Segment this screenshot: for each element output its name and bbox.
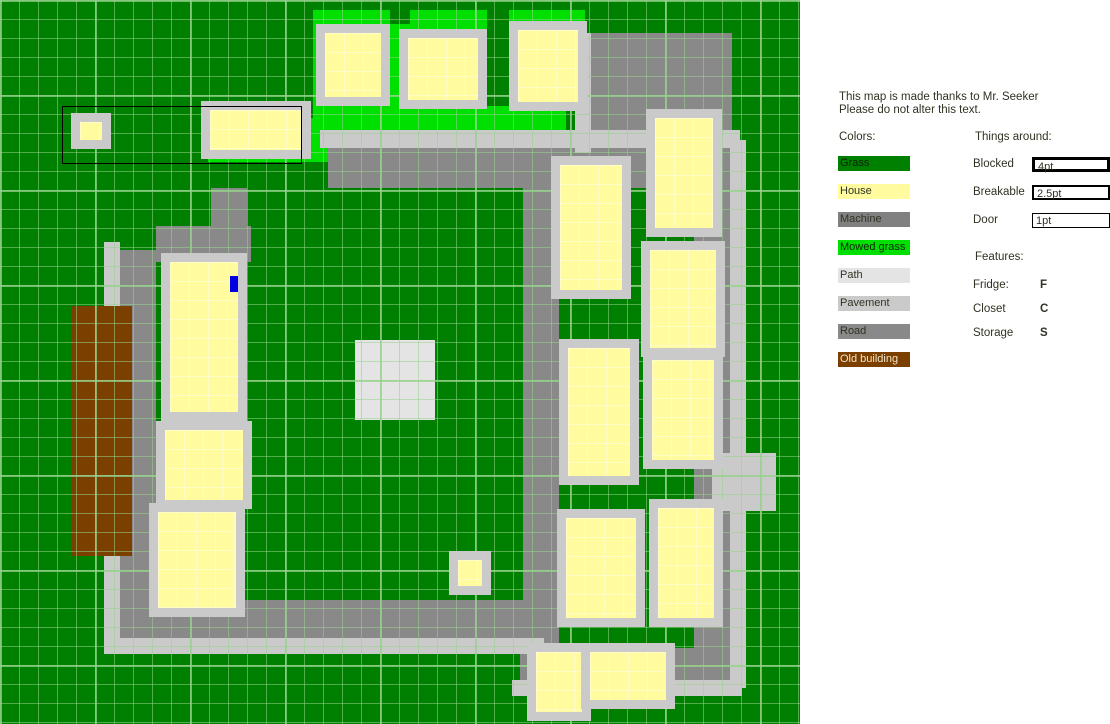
things-box-value: 1pt bbox=[1036, 215, 1052, 227]
house-west-1 bbox=[170, 262, 238, 412]
color-swatch-mowed-grass: Mowed grass bbox=[838, 240, 910, 255]
color-swatch-label: Grass bbox=[840, 157, 870, 169]
blue-marker bbox=[230, 276, 238, 292]
feature-label-closet: Closet bbox=[973, 303, 1006, 315]
house-east-6 bbox=[566, 518, 636, 618]
feature-label-storage: Storage bbox=[973, 327, 1014, 339]
feature-value-closet: C bbox=[1040, 303, 1049, 315]
town-map bbox=[0, 0, 800, 724]
house-west-3 bbox=[158, 512, 236, 608]
house-north-1 bbox=[325, 33, 381, 97]
color-swatch-label: Machine bbox=[840, 213, 882, 225]
colors-section-title: Colors: bbox=[839, 131, 876, 143]
credit-line-1: This map is made thanks to Mr. Seeker bbox=[839, 91, 1039, 103]
things-box-blocked: 4pt bbox=[1032, 157, 1110, 173]
legend-panel: This map is made thanks to Mr. Seeker Pl… bbox=[800, 0, 1110, 724]
color-swatch-house: House bbox=[838, 184, 910, 199]
feature-label-fridge: Fridge: bbox=[973, 279, 1009, 291]
plaza bbox=[355, 340, 435, 420]
house-east-3 bbox=[650, 250, 716, 348]
things-box-value: 2.5pt bbox=[1037, 188, 1062, 200]
features-section-title: Features: bbox=[975, 251, 1024, 263]
color-swatch-label: Road bbox=[840, 325, 867, 337]
house-north-3 bbox=[518, 30, 578, 102]
things-box-breakable: 2.5pt bbox=[1032, 185, 1110, 200]
color-swatch-machine: Machine bbox=[838, 212, 910, 227]
things-label-breakable: Breakable bbox=[973, 186, 1025, 198]
house-west-2 bbox=[165, 430, 243, 500]
house-east-7 bbox=[658, 508, 714, 618]
house-east-5 bbox=[652, 360, 714, 460]
color-swatch-label: Mowed grass bbox=[840, 241, 906, 253]
house-plaza-small bbox=[458, 560, 482, 586]
pavement-outer-east bbox=[730, 140, 746, 688]
house-south-1 bbox=[536, 652, 582, 712]
things-label-door: Door bbox=[973, 214, 998, 226]
house-east-2 bbox=[655, 118, 713, 228]
things-label-blocked: Blocked bbox=[973, 158, 1014, 170]
color-swatch-label: Path bbox=[840, 269, 863, 281]
credit-line-2: Please do not alter this text. bbox=[839, 104, 981, 116]
grass-notch-a bbox=[487, 10, 509, 106]
house-north-2 bbox=[408, 38, 478, 100]
color-swatch-grass: Grass bbox=[838, 156, 910, 171]
plot-boundary bbox=[62, 106, 302, 164]
color-swatch-label: Old building bbox=[840, 353, 899, 365]
things-box-value: 4pt bbox=[1038, 161, 1054, 173]
color-swatch-label: House bbox=[840, 185, 872, 197]
feature-value-fridge: F bbox=[1040, 279, 1048, 291]
things-box-door: 1pt bbox=[1032, 213, 1110, 228]
color-swatch-path: Path bbox=[838, 268, 910, 283]
color-swatch-label: Pavement bbox=[840, 297, 890, 309]
color-swatch-old-building: Old building bbox=[838, 352, 910, 367]
things-section-title: Things around: bbox=[975, 131, 1052, 143]
old-building-upper bbox=[86, 306, 132, 402]
pavement-outer-south bbox=[104, 638, 544, 654]
grass-notch-b bbox=[390, 10, 410, 24]
feature-value-storage: S bbox=[1040, 327, 1048, 339]
color-swatch-pavement: Pavement bbox=[838, 296, 910, 311]
house-east-4 bbox=[568, 348, 630, 476]
house-east-1 bbox=[560, 165, 622, 290]
house-south-2 bbox=[590, 652, 666, 700]
color-swatch-road: Road bbox=[838, 324, 910, 339]
